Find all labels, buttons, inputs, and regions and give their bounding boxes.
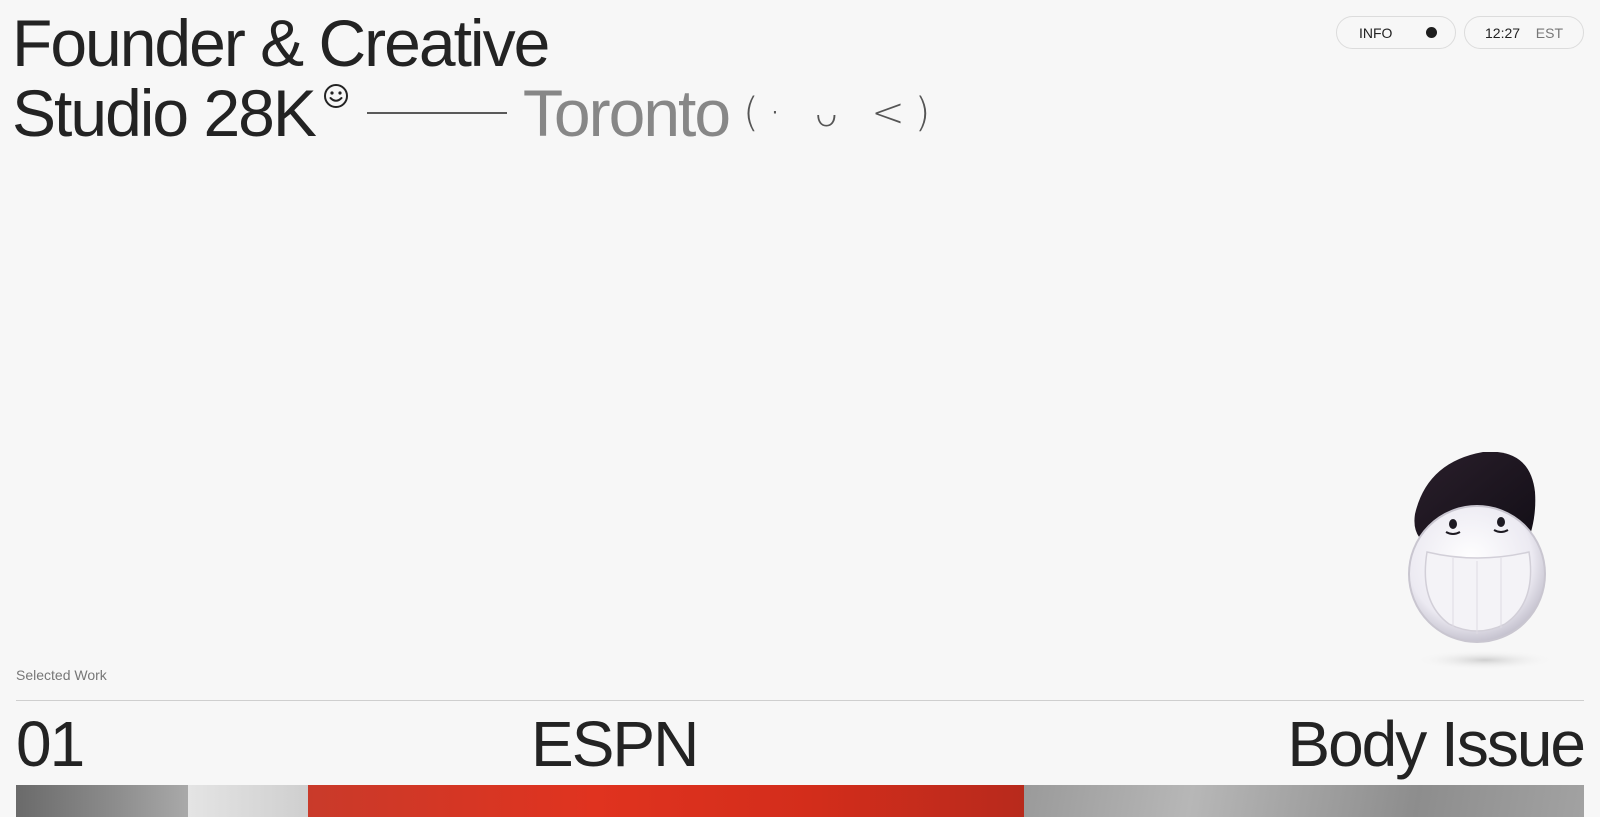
info-button[interactable]: INFO xyxy=(1336,16,1456,49)
headline-studio-text: Studio 28K xyxy=(12,76,317,150)
headline-divider-line xyxy=(366,112,507,114)
thumbnail-segment-light xyxy=(188,785,308,817)
work-item-number: 01 xyxy=(16,708,85,780)
info-label: INFO xyxy=(1359,24,1393,41)
work-item-thumbnail[interactable] xyxy=(16,785,1584,817)
headline-line-2: Studio 28K Toronto (· ᴗ <) xyxy=(12,78,940,148)
emoticon-text: (· ᴗ <) xyxy=(743,90,941,136)
section-divider xyxy=(16,700,1584,701)
thumbnail-segment-dark xyxy=(16,785,188,817)
dot-icon xyxy=(1426,27,1437,38)
clock-pill: 12:27 EST xyxy=(1464,16,1584,49)
clock-time: 12:27 xyxy=(1485,24,1521,41)
headline-line-1: Founder & Creative xyxy=(12,8,940,78)
headline-founder-text: Founder & Creative xyxy=(12,6,550,80)
work-item-client: ESPN xyxy=(531,708,699,780)
smiley-icon xyxy=(323,84,348,108)
thumbnail-segment-red xyxy=(308,785,1024,817)
thumbnail-segment-stone xyxy=(1024,785,1584,817)
page: Founder & Creative Studio 28K Toronto (·… xyxy=(0,0,1600,817)
clock-timezone: EST xyxy=(1535,24,1563,41)
header-pills: INFO 12:27 EST xyxy=(1336,16,1584,49)
mascot-illustration[interactable] xyxy=(1405,452,1565,682)
headline: Founder & Creative Studio 28K Toronto (·… xyxy=(12,8,940,148)
section-label-selected-work: Selected Work xyxy=(16,667,107,683)
city-name: Toronto xyxy=(522,76,731,150)
work-item[interactable]: 01 ESPN Body Issue xyxy=(16,706,1586,782)
work-item-title: Body Issue xyxy=(1287,708,1586,780)
